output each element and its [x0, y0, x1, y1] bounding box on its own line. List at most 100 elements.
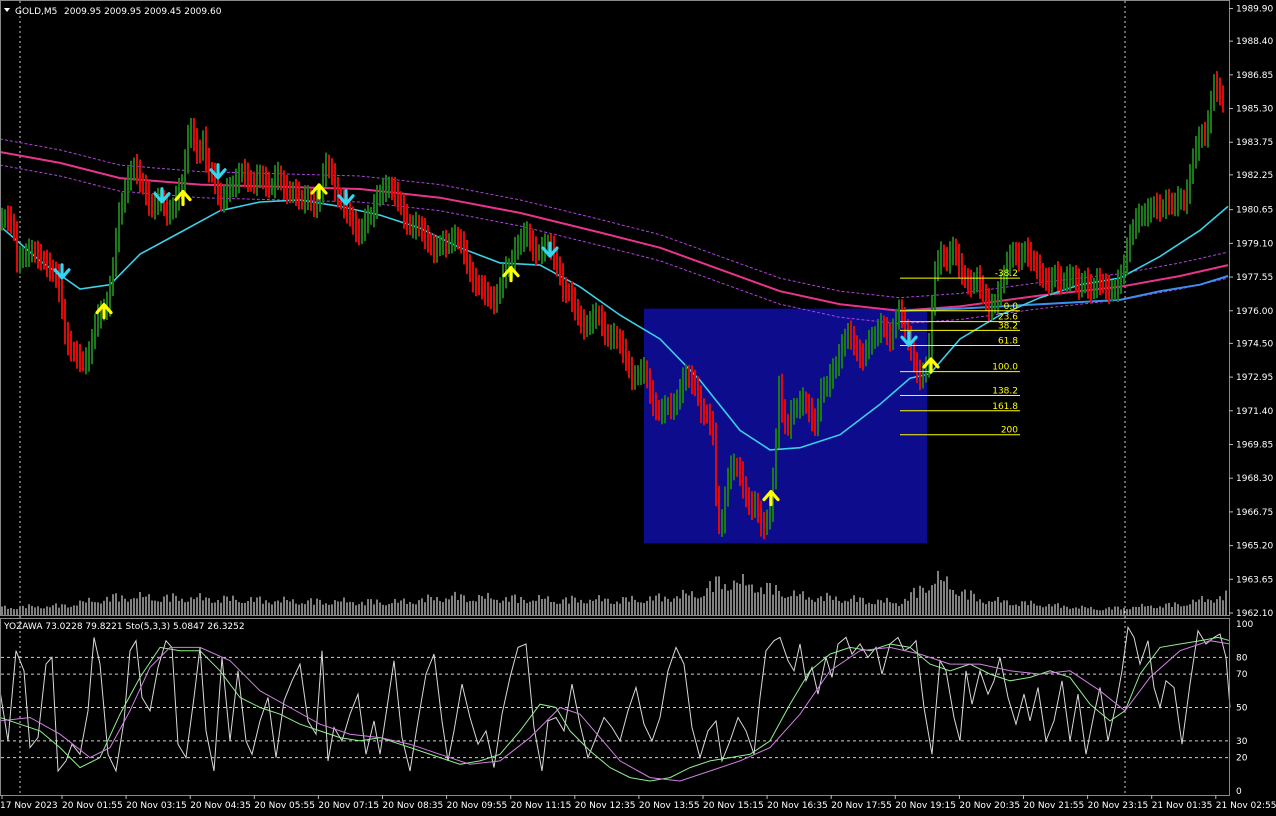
triangle-down-icon[interactable] [4, 8, 10, 12]
candle [949, 241, 951, 274]
main-price-plot[interactable]: -38.20.023.638.261.8100.0138.2161.8200 [0, 1, 1229, 795]
candle [1084, 270, 1086, 294]
oscillator-subwindow[interactable] [0, 625, 1231, 782]
candle [898, 299, 900, 330]
candle [424, 218, 426, 250]
candle [985, 283, 987, 311]
candle [40, 244, 42, 271]
osc-axis-label: 0 [1236, 787, 1242, 797]
candle [427, 225, 429, 253]
candle [325, 152, 327, 187]
candle [1207, 110, 1209, 148]
candle [379, 184, 381, 207]
sell-arrow-icon[interactable] [53, 263, 71, 280]
candle [685, 364, 687, 391]
candle [1201, 124, 1203, 148]
candle [532, 229, 534, 262]
price-axis-label: 1962.10 [1236, 609, 1273, 619]
candle [31, 239, 33, 263]
candle [268, 171, 270, 199]
sell-arrow-icon[interactable] [209, 163, 227, 180]
candle [835, 356, 837, 379]
candle [244, 158, 246, 188]
osc-axis-label: 20 [1236, 754, 1248, 764]
candle [1183, 189, 1185, 211]
time-axis-label: 20 Nov 21:55 [1024, 801, 1085, 811]
candle [184, 149, 186, 195]
candle [34, 241, 36, 263]
candle [364, 208, 366, 241]
candle [1060, 266, 1062, 295]
candle [1150, 197, 1152, 223]
time-axis-label: 20 Nov 19:15 [895, 801, 956, 811]
candle [808, 393, 810, 423]
candle [619, 328, 621, 354]
candle [142, 172, 144, 195]
candle [157, 187, 159, 216]
candle [49, 252, 51, 282]
candle [586, 314, 588, 337]
candle [880, 312, 882, 343]
candle [304, 185, 306, 214]
candle [307, 185, 309, 211]
candle [421, 216, 423, 242]
buy-arrow-icon[interactable] [95, 302, 113, 320]
candle [439, 235, 441, 257]
candle [466, 239, 468, 275]
candle [397, 181, 399, 212]
candle [763, 511, 765, 540]
candle [1024, 241, 1026, 263]
candle [892, 318, 894, 351]
candle [226, 178, 228, 209]
candle [676, 389, 678, 415]
time-axis-label: 20 Nov 15:15 [703, 801, 764, 811]
trading-chart[interactable]: -38.20.023.638.261.8100.0138.2161.8200 1… [0, 0, 1276, 816]
candle [412, 215, 414, 239]
candle [1114, 279, 1116, 301]
candle [16, 221, 18, 273]
candle [1189, 164, 1191, 205]
candle [1081, 272, 1083, 298]
candle [1141, 205, 1143, 227]
candle [937, 250, 939, 282]
candle [1072, 266, 1074, 287]
candle [295, 178, 297, 206]
candle [811, 397, 813, 432]
candle [352, 206, 354, 235]
candle [1192, 148, 1194, 184]
candle [1216, 71, 1218, 102]
candle [637, 365, 639, 386]
fib-level-label: 200 [1001, 426, 1018, 436]
candle [28, 238, 30, 267]
candle [193, 118, 195, 152]
time-axis-label: 20 Nov 11:15 [511, 801, 572, 811]
candle [481, 274, 483, 300]
candle [487, 281, 489, 307]
candle [436, 236, 438, 263]
candle [478, 274, 480, 295]
candle [844, 328, 846, 357]
candle [832, 358, 834, 389]
candle [496, 284, 498, 313]
candle [757, 492, 759, 523]
candle [7, 205, 9, 231]
candle [1204, 121, 1206, 146]
price-axis-label: 1976.00 [1236, 307, 1273, 317]
candle [61, 278, 63, 320]
candle [118, 202, 120, 253]
candle [970, 269, 972, 298]
candle [334, 163, 336, 202]
candle [499, 277, 501, 304]
candle [913, 337, 915, 373]
candle [640, 359, 642, 385]
chart-header: GOLD,M5 2009.95 2009.95 2009.45 2009.60 [4, 7, 222, 17]
candle [703, 398, 705, 426]
candle [760, 500, 762, 537]
candle [490, 286, 492, 310]
candle [448, 233, 450, 255]
candle [253, 171, 255, 194]
candle [652, 380, 654, 417]
candle [541, 236, 543, 264]
time-axis-label: 20 Nov 17:55 [831, 801, 892, 811]
candle [373, 194, 375, 228]
